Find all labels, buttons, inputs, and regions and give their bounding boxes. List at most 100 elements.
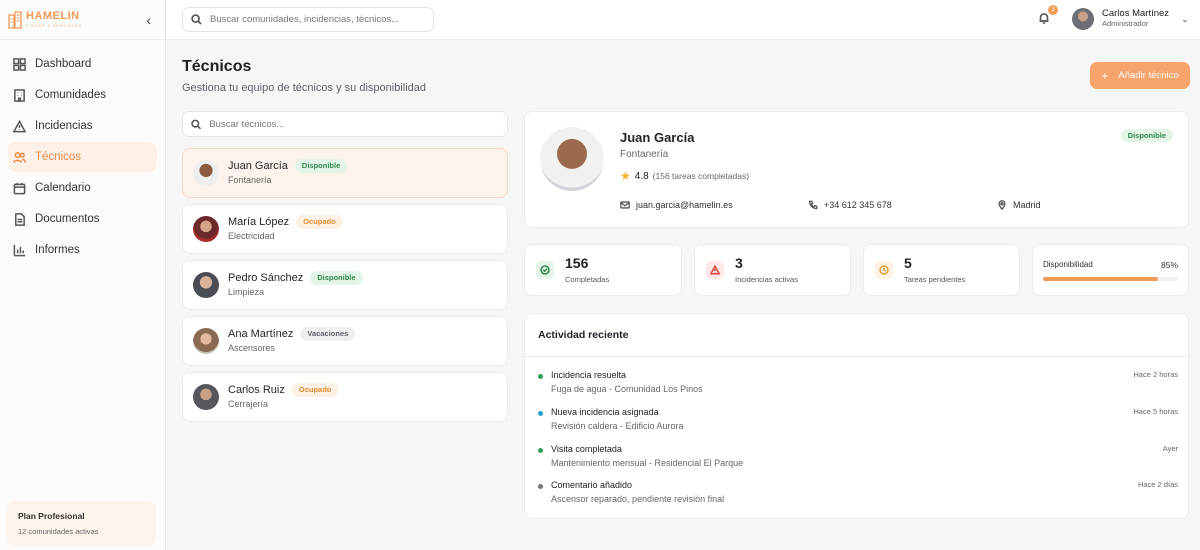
- warning-icon: [706, 261, 724, 279]
- document-icon: [15, 212, 25, 226]
- activity-title: Actividad reciente: [538, 329, 629, 341]
- technician-list: Juan García Disponible Fontanería María …: [182, 148, 508, 428]
- availability-value: 85%: [1160, 259, 1178, 270]
- activity-item-detail: Mantenimiento mensual - Residencial El P…: [551, 458, 744, 468]
- status-dot: [538, 448, 543, 453]
- technician-name: Juan García: [228, 160, 288, 172]
- profile-location: Madrid: [997, 200, 1041, 210]
- notifications-button[interactable]: 3: [1038, 5, 1058, 27]
- technician-item[interactable]: María López Ocupado Electricidad: [182, 204, 508, 254]
- status-dot: [538, 374, 543, 379]
- activity-item-title: Incidencia resuelta: [551, 370, 627, 380]
- user-avatar: [1072, 8, 1094, 30]
- rating-detail: (156 tareas completadas): [652, 171, 750, 181]
- sidebar-item-tecnicos[interactable]: Técnicos: [8, 142, 157, 172]
- profile-name: Juan García: [620, 130, 695, 145]
- sidebar-item-informes[interactable]: Informes: [8, 235, 157, 265]
- activity-item[interactable]: Comentario añadido Ascensor reparado, pe…: [538, 480, 1178, 504]
- user-menu[interactable]: Carlos Martínez Administrador ⌄: [1072, 8, 1189, 30]
- plan-subtitle: 12 comunidades activas: [18, 527, 99, 536]
- activity-item[interactable]: Incidencia resuelta Fuga de agua - Comun…: [538, 370, 1178, 394]
- sidebar-item-label: Comunidades: [35, 89, 106, 101]
- stat-availability: Disponibilidad 85%: [1032, 244, 1189, 296]
- activity-item[interactable]: Nueva incidencia asignada Revisión calde…: [538, 407, 1178, 431]
- sidebar-item-label: Informes: [35, 244, 80, 256]
- profile-phone[interactable]: +34 612 345 678: [808, 200, 892, 210]
- bell-icon: [1039, 13, 1049, 24]
- users-icon: [13, 151, 26, 163]
- plan-card: Plan Profesional 12 comunidades activas: [7, 501, 156, 546]
- sidebar-nav: Dashboard Comunidades Incidencias Técnic…: [0, 40, 165, 265]
- profile-email[interactable]: juan.garcia@hamelin.es: [620, 200, 733, 210]
- grid-icon: [13, 57, 26, 71]
- availability-label: Disponibilidad: [1043, 259, 1093, 269]
- top-bar: 3 Carlos Martínez Administrador ⌄: [166, 0, 1200, 40]
- sidebar-item-label: Técnicos: [35, 151, 82, 163]
- add-technician-button[interactable]: + Añadir técnico: [1090, 62, 1190, 89]
- building-icon: [14, 88, 25, 102]
- search-icon: [191, 14, 202, 25]
- stat-active-incidents: 3 Incidencias activas: [694, 244, 851, 296]
- search-icon: [191, 119, 202, 129]
- rating-value: 4.8: [634, 170, 649, 182]
- phone-text: +34 612 345 678: [824, 200, 892, 210]
- technician-specialty: Limpieza: [228, 287, 265, 298]
- phone-icon: [808, 200, 818, 210]
- check-circle-icon: [536, 261, 554, 279]
- divider: [525, 356, 1188, 357]
- user-role: Administrador: [1102, 19, 1149, 29]
- technician-avatar: [193, 384, 219, 410]
- technician-avatar: [193, 160, 219, 186]
- calendar-icon: [13, 182, 26, 194]
- activity-item[interactable]: Visita completada Mantenimiento mensual …: [538, 444, 1178, 468]
- availability-progress-bar: [1043, 276, 1178, 281]
- activity-item-time: Ayer: [1162, 444, 1178, 453]
- technician-item[interactable]: Carlos Ruiz Ocupado Cerrajería: [182, 372, 508, 422]
- sidebar-item-label: Incidencias: [35, 120, 93, 132]
- brand-logo[interactable]: HAMELIN FINCAS & SERVICIOS: [8, 11, 82, 29]
- technician-item[interactable]: Pedro Sánchez Disponible Limpieza: [182, 260, 508, 310]
- sidebar-item-dashboard[interactable]: Dashboard: [8, 49, 157, 79]
- sidebar-item-calendario[interactable]: Calendario: [8, 173, 157, 203]
- technician-avatar: [193, 216, 219, 242]
- building-logo-icon: [8, 10, 22, 29]
- sidebar: HAMELIN FINCAS & SERVICIOS ‹ Dashboard C…: [0, 0, 166, 550]
- status-dot: [538, 411, 543, 416]
- technician-item[interactable]: Juan García Disponible Fontanería: [182, 148, 508, 198]
- sidebar-item-label: Documentos: [35, 213, 100, 225]
- global-search-input[interactable]: [210, 14, 425, 25]
- location-pin-icon: [998, 200, 1006, 210]
- technician-specialty: Fontanería: [228, 175, 272, 186]
- stat-label: Completadas: [565, 274, 610, 284]
- technician-item[interactable]: Ana Martínez Vacaciones Ascensores: [182, 316, 508, 366]
- add-technician-label: Añadir técnico: [1118, 70, 1179, 81]
- page-subtitle: Gestiona tu equipo de técnicos y su disp…: [182, 82, 426, 94]
- activity-item-detail: Revisión caldera - Edificio Aurora: [551, 421, 684, 431]
- email-text: juan.garcia@hamelin.es: [636, 200, 733, 210]
- profile-avatar: [540, 127, 604, 191]
- brand-header: HAMELIN FINCAS & SERVICIOS ‹: [0, 0, 165, 40]
- location-text: Madrid: [1013, 200, 1041, 210]
- collapse-sidebar-icon[interactable]: ‹: [146, 12, 151, 28]
- chevron-down-icon: ⌄: [1181, 13, 1189, 24]
- technician-profile-card: Juan García Fontanería ★ 4.8 (156 tareas…: [524, 111, 1189, 228]
- stat-value: 156: [565, 255, 589, 272]
- sidebar-item-documentos[interactable]: Documentos: [8, 204, 157, 234]
- sidebar-item-label: Calendario: [35, 182, 91, 194]
- sidebar-item-incidencias[interactable]: Incidencias: [8, 111, 157, 141]
- warning-icon: [13, 119, 26, 132]
- technician-specialty: Cerrajería: [228, 399, 269, 410]
- technician-search-input[interactable]: [209, 118, 499, 130]
- sidebar-item-label: Dashboard: [35, 58, 92, 70]
- status-badge: Ocupado: [296, 215, 343, 230]
- sidebar-item-comunidades[interactable]: Comunidades: [8, 80, 157, 110]
- stat-value: 5: [904, 255, 912, 272]
- stat-label: Incidencias activas: [735, 274, 798, 284]
- technician-avatar: [193, 328, 219, 354]
- activity-item-detail: Fuga de agua - Comunidad Los Pinos: [551, 384, 703, 394]
- technician-specialty: Ascensores: [228, 343, 276, 354]
- technician-avatar: [193, 272, 219, 298]
- stat-pending-tasks: 5 Tareas pendientes: [863, 244, 1020, 296]
- recent-activity-card: Actividad reciente Incidencia resuelta F…: [524, 313, 1189, 519]
- profile-specialty: Fontanería: [620, 149, 669, 160]
